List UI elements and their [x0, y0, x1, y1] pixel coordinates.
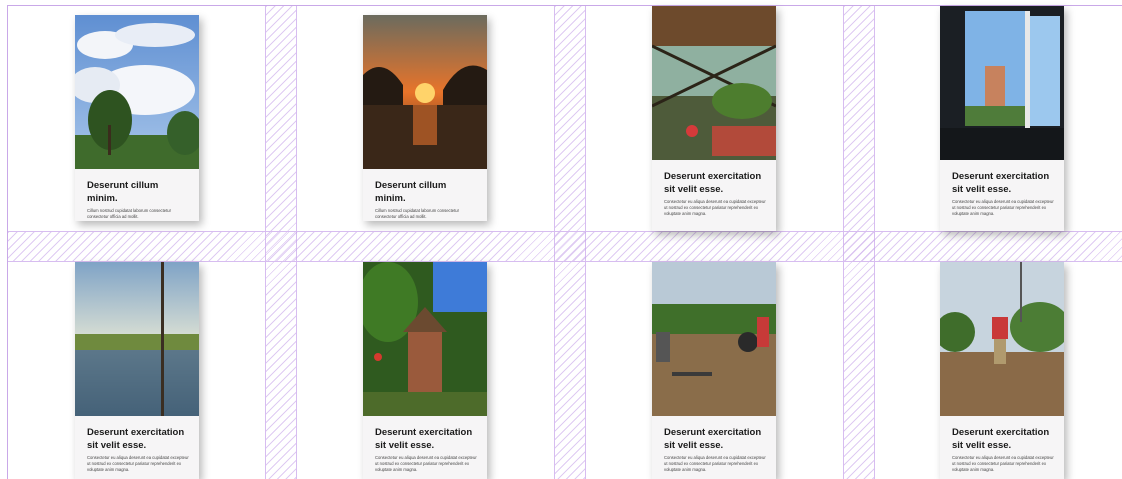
- card-title: Deserunt exercitation sit velit esse.: [87, 427, 185, 451]
- card-title: Deserunt exercitation sit velit esse.: [952, 427, 1050, 451]
- row-gutter: [8, 231, 1122, 262]
- card[interactable]: Deserunt exercitation sit velit esse. Co…: [940, 262, 1064, 479]
- photo-barbecue-field: [652, 262, 776, 416]
- photo-window-view: [940, 6, 1064, 160]
- card-text: Consectetur eu aliqua deserunt ea cupida…: [664, 455, 766, 472]
- card[interactable]: Deserunt cillum minim. Cillum nostrud cu…: [75, 15, 199, 221]
- card-title: Deserunt exercitation sit velit esse.: [664, 427, 762, 451]
- photo-lake-reflection: [75, 262, 199, 416]
- card-text: Cillum nostrud cupidatat laborum consect…: [375, 208, 460, 219]
- photo-clouds-trees: [75, 15, 199, 169]
- card[interactable]: Deserunt exercitation sit velit esse. Co…: [363, 262, 487, 479]
- card[interactable]: Deserunt exercitation sit velit esse. Co…: [940, 6, 1064, 231]
- card[interactable]: Deserunt cillum minim. Cillum nostrud cu…: [363, 15, 487, 221]
- card[interactable]: Deserunt exercitation sit velit esse. Co…: [75, 262, 199, 479]
- photo-terrace-plants: [652, 6, 776, 160]
- card-text: Cillum nostrud cupidatat laborum consect…: [87, 208, 172, 219]
- card-text: Consectetur eu aliqua deserunt ea cupida…: [952, 199, 1054, 216]
- card-text: Consectetur eu aliqua deserunt ea cupida…: [952, 455, 1054, 472]
- card-title: Deserunt cillum minim.: [375, 180, 447, 204]
- card[interactable]: Deserunt exercitation sit velit esse. Co…: [652, 262, 776, 479]
- photo-sunset-lake: [363, 15, 487, 169]
- card-text: Consectetur eu aliqua deserunt ea cupida…: [375, 455, 477, 472]
- photo-yard-work: [940, 262, 1064, 416]
- card-title: Deserunt exercitation sit velit esse.: [952, 171, 1050, 195]
- card-title: Deserunt exercitation sit velit esse.: [375, 427, 473, 451]
- card[interactable]: Deserunt exercitation sit velit esse. Co…: [652, 6, 776, 231]
- photo-garden-well: [363, 262, 487, 416]
- card-text: Consectetur eu aliqua deserunt ea cupida…: [87, 455, 189, 472]
- card-title: Deserunt exercitation sit velit esse.: [664, 171, 762, 195]
- card-text: Consectetur eu aliqua deserunt ea cupida…: [664, 199, 766, 216]
- card-title: Deserunt cillum minim.: [87, 180, 159, 204]
